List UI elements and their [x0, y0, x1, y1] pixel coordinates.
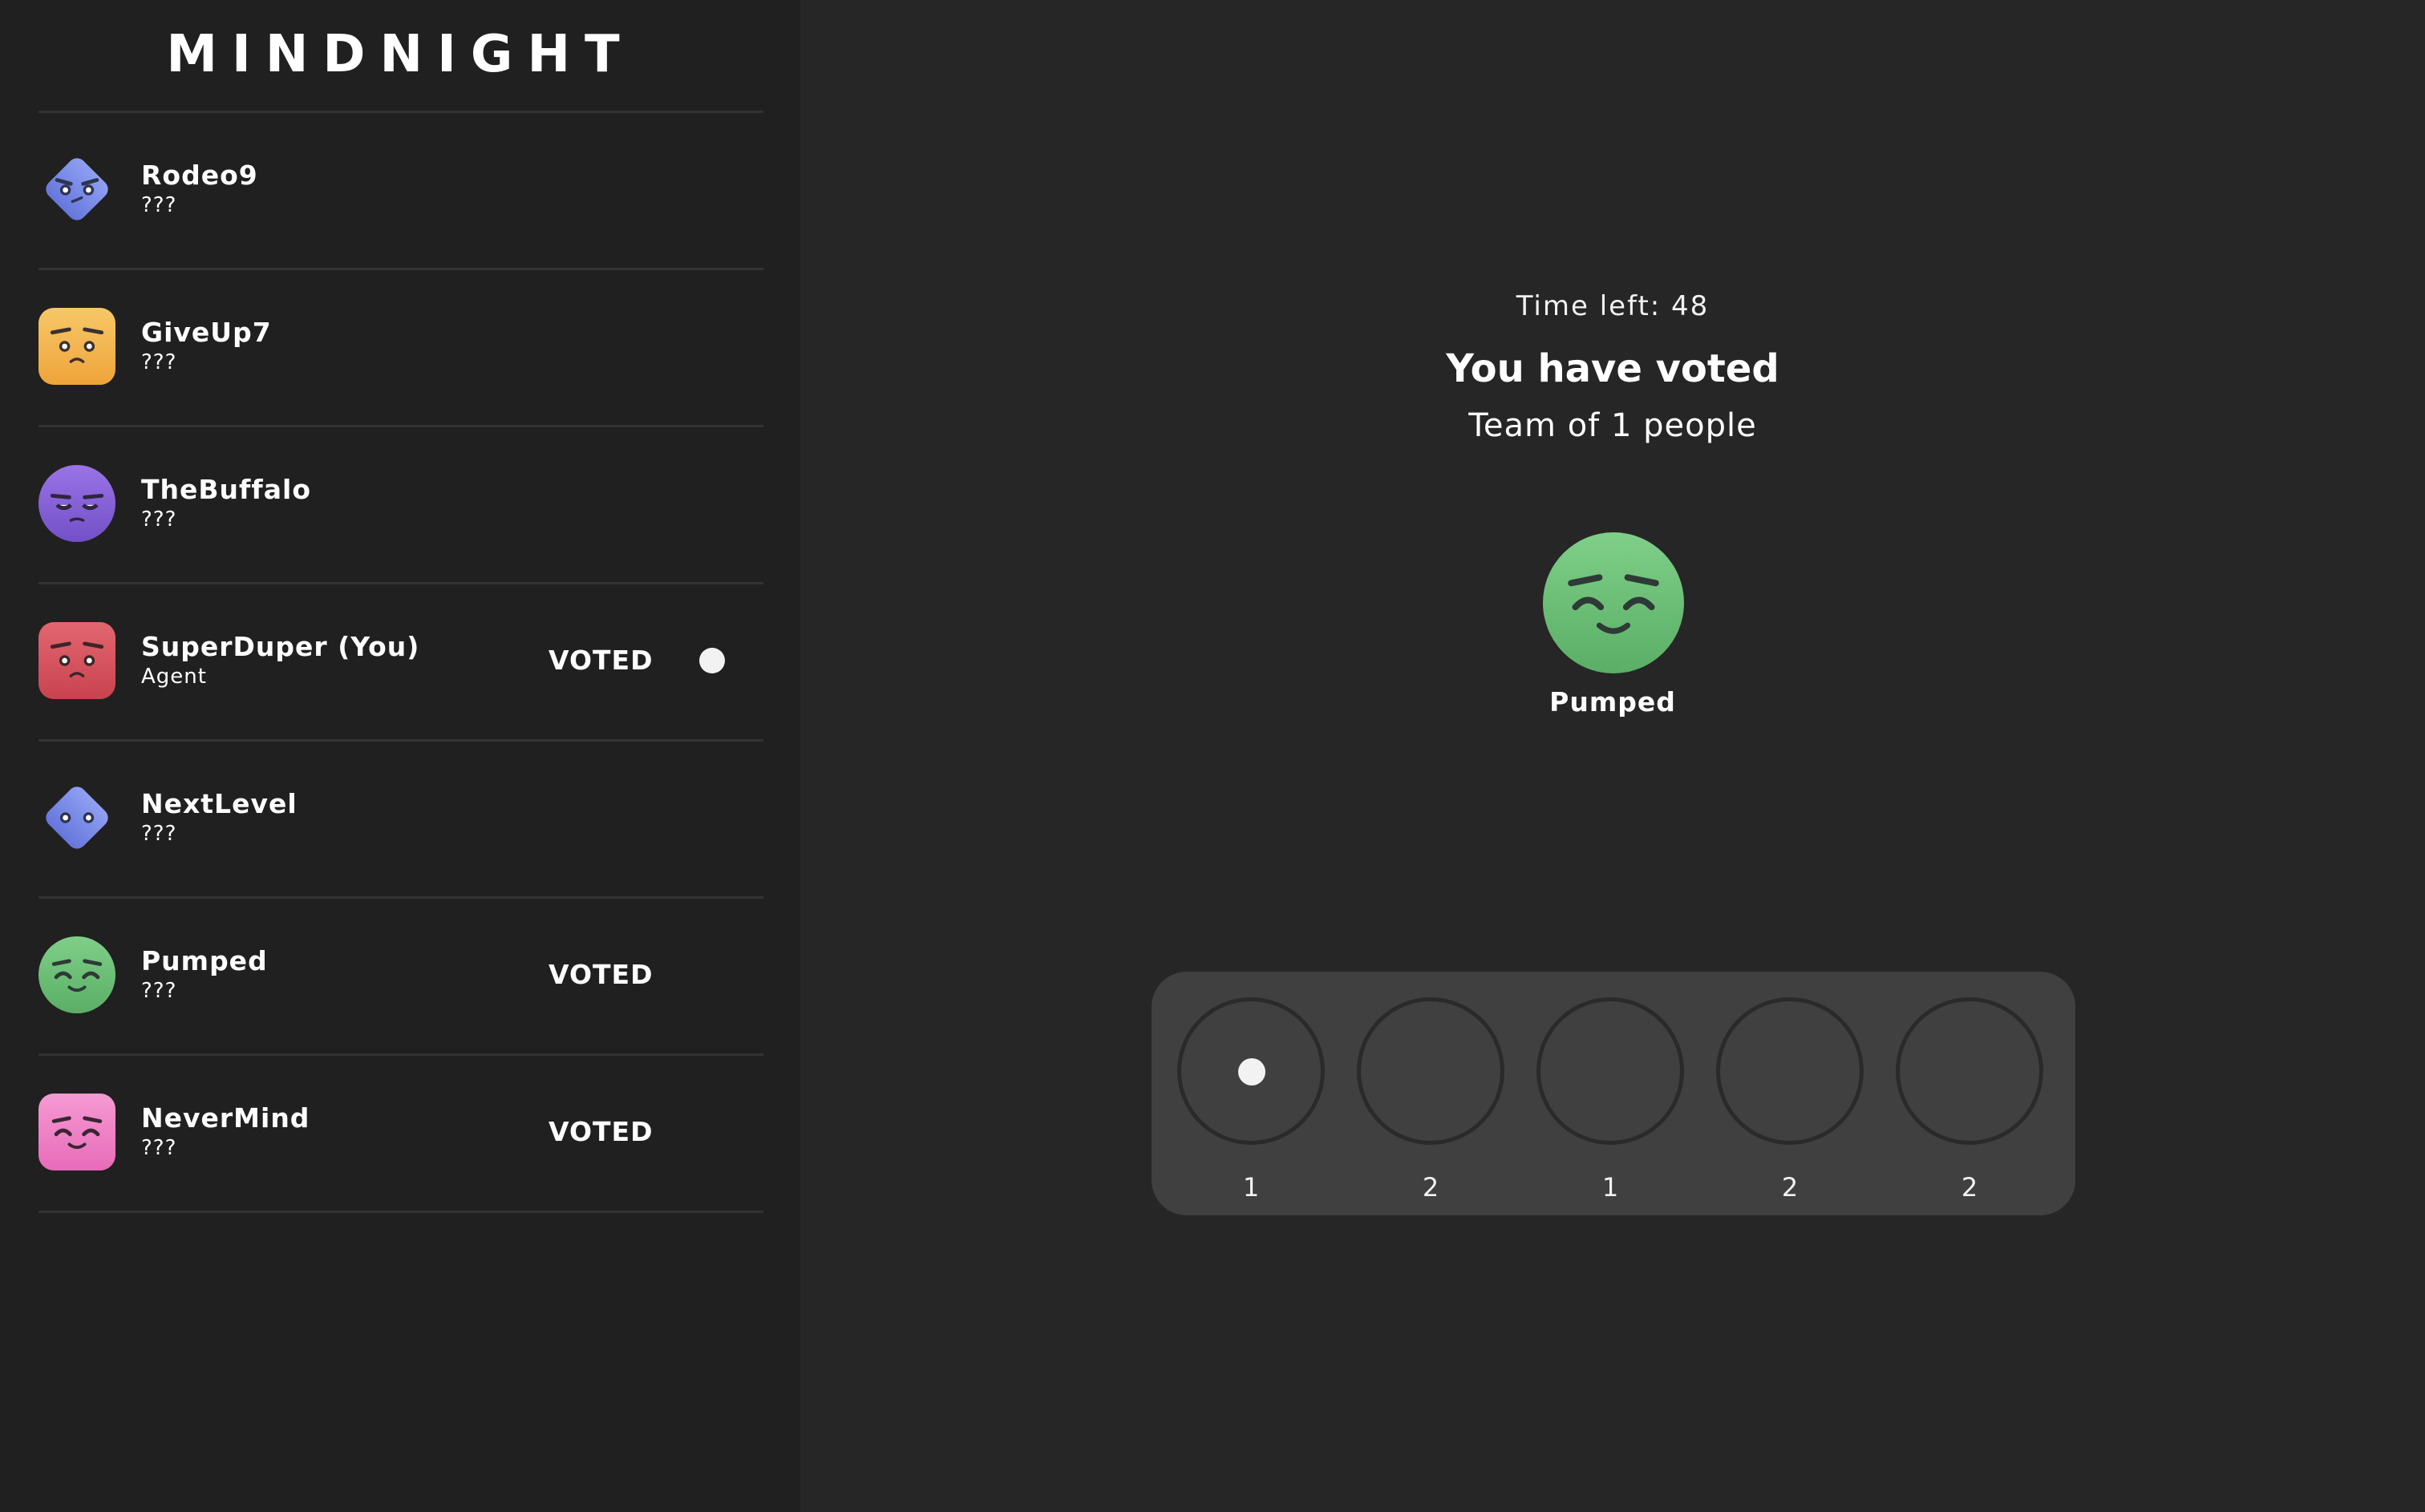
mission-team-size: 2 — [1781, 1172, 1799, 1203]
player-role: ??? — [141, 507, 177, 532]
team-size-text: Team of 1 people — [1468, 407, 1757, 444]
player-name: TheBuffalo — [141, 474, 311, 505]
team-member-name: Pumped — [1549, 686, 1676, 718]
player-name: Pumped — [141, 945, 268, 976]
voted-status: VOTED — [549, 959, 654, 990]
player-list: Rodeo9 ??? GiveUp7 ??? TheBuffalo ??? Su… — [38, 111, 763, 1213]
player-name: GiveUp7 — [141, 317, 272, 348]
mission-team-size: 2 — [1961, 1172, 1978, 1203]
player-row-pumped[interactable]: Pumped ??? VOTED — [38, 899, 763, 1056]
voted-status: VOTED — [549, 1116, 654, 1147]
time-left-counter: Time left: 48 — [1516, 290, 1710, 322]
purple-circle-sleepy-icon — [38, 465, 115, 542]
mission-track: 1 2 1 2 2 — [1152, 972, 2075, 1215]
mission-circle — [1716, 997, 1864, 1145]
mission-node-2[interactable]: 2 — [1357, 997, 1509, 1203]
green-circle-happy-icon — [1543, 532, 1684, 673]
pink-square-happy-icon — [38, 1094, 115, 1170]
mission-circle — [1357, 997, 1504, 1145]
player-row-nextlevel[interactable]: NextLevel ??? — [38, 742, 763, 899]
blue-diamond-angry-icon — [38, 151, 115, 228]
player-name: NeverMind — [141, 1102, 310, 1134]
player-name: SuperDuper (You) — [141, 631, 420, 662]
current-player-indicator — [699, 648, 725, 673]
player-row-thebuffalo[interactable]: TheBuffalo ??? — [38, 427, 763, 584]
mission-node-4[interactable]: 2 — [1716, 997, 1868, 1203]
player-role: ??? — [141, 1136, 177, 1160]
player-row-giveup7[interactable]: GiveUp7 ??? — [38, 270, 763, 427]
player-row-superduper[interactable]: SuperDuper (You) Agent VOTED — [38, 584, 763, 742]
mission-team-size: 2 — [1422, 1172, 1439, 1203]
mission-team-size: 1 — [1242, 1172, 1260, 1203]
player-row-nevermind[interactable]: NeverMind ??? VOTED — [38, 1056, 763, 1213]
blue-diamond-neutral-icon — [38, 779, 115, 856]
player-name: NextLevel — [141, 788, 298, 819]
player-role: ??? — [141, 822, 177, 846]
player-role: ??? — [141, 193, 177, 217]
mission-node-3[interactable]: 1 — [1536, 997, 1689, 1203]
mission-team-size: 1 — [1601, 1172, 1619, 1203]
mission-node-1[interactable]: 1 — [1177, 997, 1330, 1203]
player-row-rodeo9[interactable]: Rodeo9 ??? — [38, 113, 763, 270]
voted-status: VOTED — [549, 645, 654, 676]
game-screen: MINDNIGHT Rodeo9 ??? GiveUp7 ??? TheBuff… — [0, 0, 2425, 1512]
game-logo: MINDNIGHT — [166, 25, 634, 84]
main-vote-area: Time left: 48 You have voted Team of 1 p… — [800, 0, 2425, 1512]
player-role: ??? — [141, 350, 177, 374]
mission-circle — [1536, 997, 1684, 1145]
vote-status-title: You have voted — [1446, 346, 1779, 391]
mission-node-5[interactable]: 2 — [1896, 997, 2048, 1203]
green-circle-happy-icon — [38, 936, 115, 1013]
current-mission-marker — [1238, 1058, 1265, 1085]
player-role: ??? — [141, 979, 177, 1003]
yellow-square-worried-icon — [38, 308, 115, 385]
player-role: Agent — [141, 665, 207, 689]
red-square-worried-icon — [38, 622, 115, 699]
mission-circle — [1896, 997, 2043, 1145]
player-name: Rodeo9 — [141, 160, 258, 191]
player-sidebar: MINDNIGHT Rodeo9 ??? GiveUp7 ??? TheBuff… — [0, 0, 800, 1512]
